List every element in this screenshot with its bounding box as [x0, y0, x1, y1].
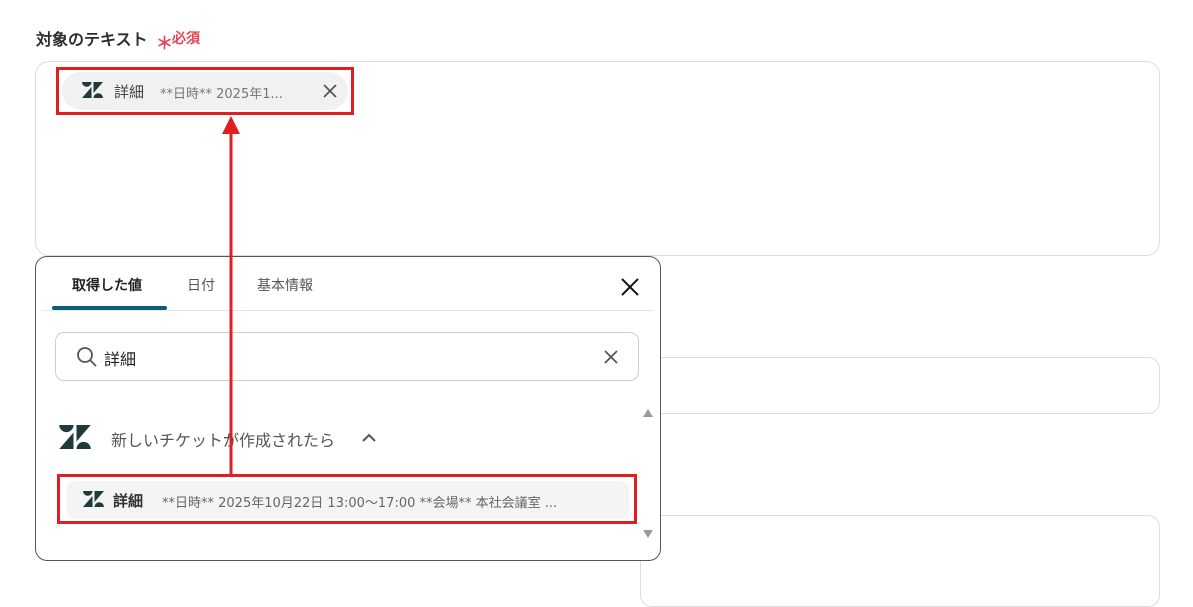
- list-item-value: **日時** 2025年10月22日 13:00～17:00 **会場** 本社…: [162, 496, 558, 511]
- tab-date[interactable]: 日付: [187, 275, 215, 295]
- tab-divider: [42, 310, 654, 311]
- scroll-down-icon[interactable]: [643, 530, 653, 538]
- close-icon[interactable]: [620, 277, 640, 297]
- chip-name: 詳細: [114, 83, 145, 101]
- value-picker-popup: 取得した値 日付 基本情報 詳細 新しいチケットが作成されたら 詳細 **日時*…: [35, 256, 661, 561]
- tab-acquired-values[interactable]: 取得した値: [72, 275, 142, 295]
- background-field[interactable]: [640, 515, 1160, 607]
- close-icon[interactable]: [322, 83, 338, 99]
- background-field[interactable]: [640, 357, 1160, 414]
- list-item[interactable]: 詳細 **日時** 2025年10月22日 13:00～17:00 **会場**…: [67, 481, 629, 519]
- list-item-name: 詳細: [113, 492, 144, 510]
- selected-value-chip[interactable]: 詳細 **日時** 2025年1...: [62, 72, 348, 110]
- zendesk-logo-icon: [82, 82, 103, 98]
- scroll-up-icon[interactable]: [643, 409, 653, 417]
- field-label: 対象のテキスト: [36, 30, 148, 49]
- search-input-value: 詳細: [104, 350, 137, 369]
- zendesk-logo-icon: [83, 491, 104, 507]
- chip-value: **日時** 2025年1...: [160, 87, 283, 102]
- chevron-up-icon[interactable]: [361, 433, 377, 443]
- required-badge: 必須: [172, 31, 200, 47]
- search-input[interactable]: 詳細: [55, 332, 639, 381]
- clear-search-icon[interactable]: [603, 349, 619, 365]
- search-icon: [77, 347, 97, 367]
- required-star: ＊: [156, 34, 173, 54]
- zendesk-logo-icon: [59, 425, 91, 449]
- trigger-group-label[interactable]: 新しいチケットが作成されたら: [111, 427, 335, 451]
- tab-basic-info[interactable]: 基本情報: [257, 275, 313, 295]
